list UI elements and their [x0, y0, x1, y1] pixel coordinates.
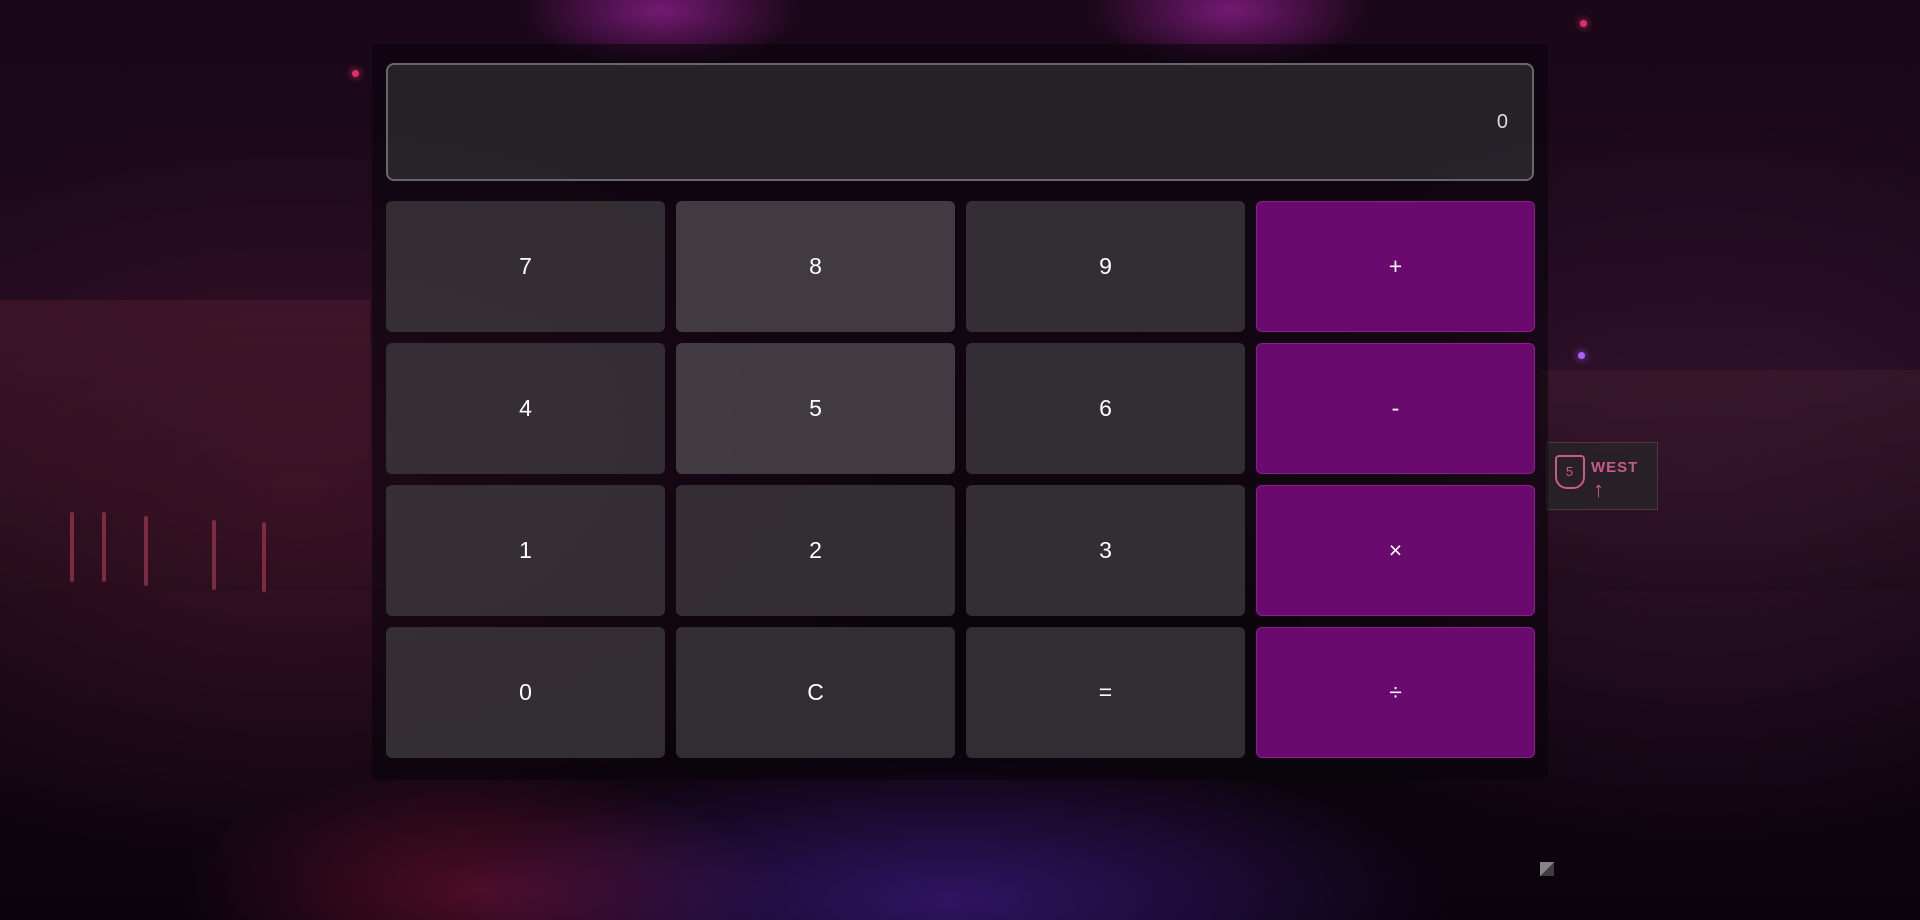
calculator-display: 0: [386, 63, 1534, 181]
key-1[interactable]: 1: [386, 485, 665, 616]
add-button[interactable]: +: [1256, 201, 1535, 332]
road-sign-text: WEST: [1591, 459, 1639, 476]
background-light: [1580, 20, 1587, 27]
key-3[interactable]: 3: [966, 485, 1245, 616]
background-rail: [262, 522, 266, 592]
key-2[interactable]: 2: [676, 485, 955, 616]
background-rail: [144, 516, 148, 586]
equals-button[interactable]: =: [966, 627, 1245, 758]
key-8[interactable]: 8: [676, 201, 955, 332]
broken-image-icon: [1540, 862, 1554, 876]
keypad: 7 8 9 + 4 5 6 - 1 2 3 × 0 C = ÷: [386, 201, 1535, 758]
key-6[interactable]: 6: [966, 343, 1245, 474]
multiply-button[interactable]: ×: [1256, 485, 1535, 616]
divide-button[interactable]: ÷: [1256, 627, 1535, 758]
key-4[interactable]: 4: [386, 343, 665, 474]
background-light: [1578, 352, 1585, 359]
background-light: [352, 70, 359, 77]
arrow-up-icon: ↑: [1593, 477, 1605, 502]
key-7[interactable]: 7: [386, 201, 665, 332]
key-5[interactable]: 5: [676, 343, 955, 474]
subtract-button[interactable]: -: [1256, 343, 1535, 474]
road-sign: 5 WEST ↑: [1546, 442, 1658, 510]
background-rail: [212, 520, 216, 590]
background-rail: [102, 512, 106, 582]
background-building-left: [0, 300, 370, 590]
clear-button[interactable]: C: [676, 627, 955, 758]
key-0[interactable]: 0: [386, 627, 665, 758]
key-9[interactable]: 9: [966, 201, 1245, 332]
display-value: 0: [1496, 110, 1508, 133]
background-rail: [70, 512, 74, 582]
route-shield-icon: 5: [1555, 455, 1585, 489]
background-building-right: [1540, 370, 1920, 590]
